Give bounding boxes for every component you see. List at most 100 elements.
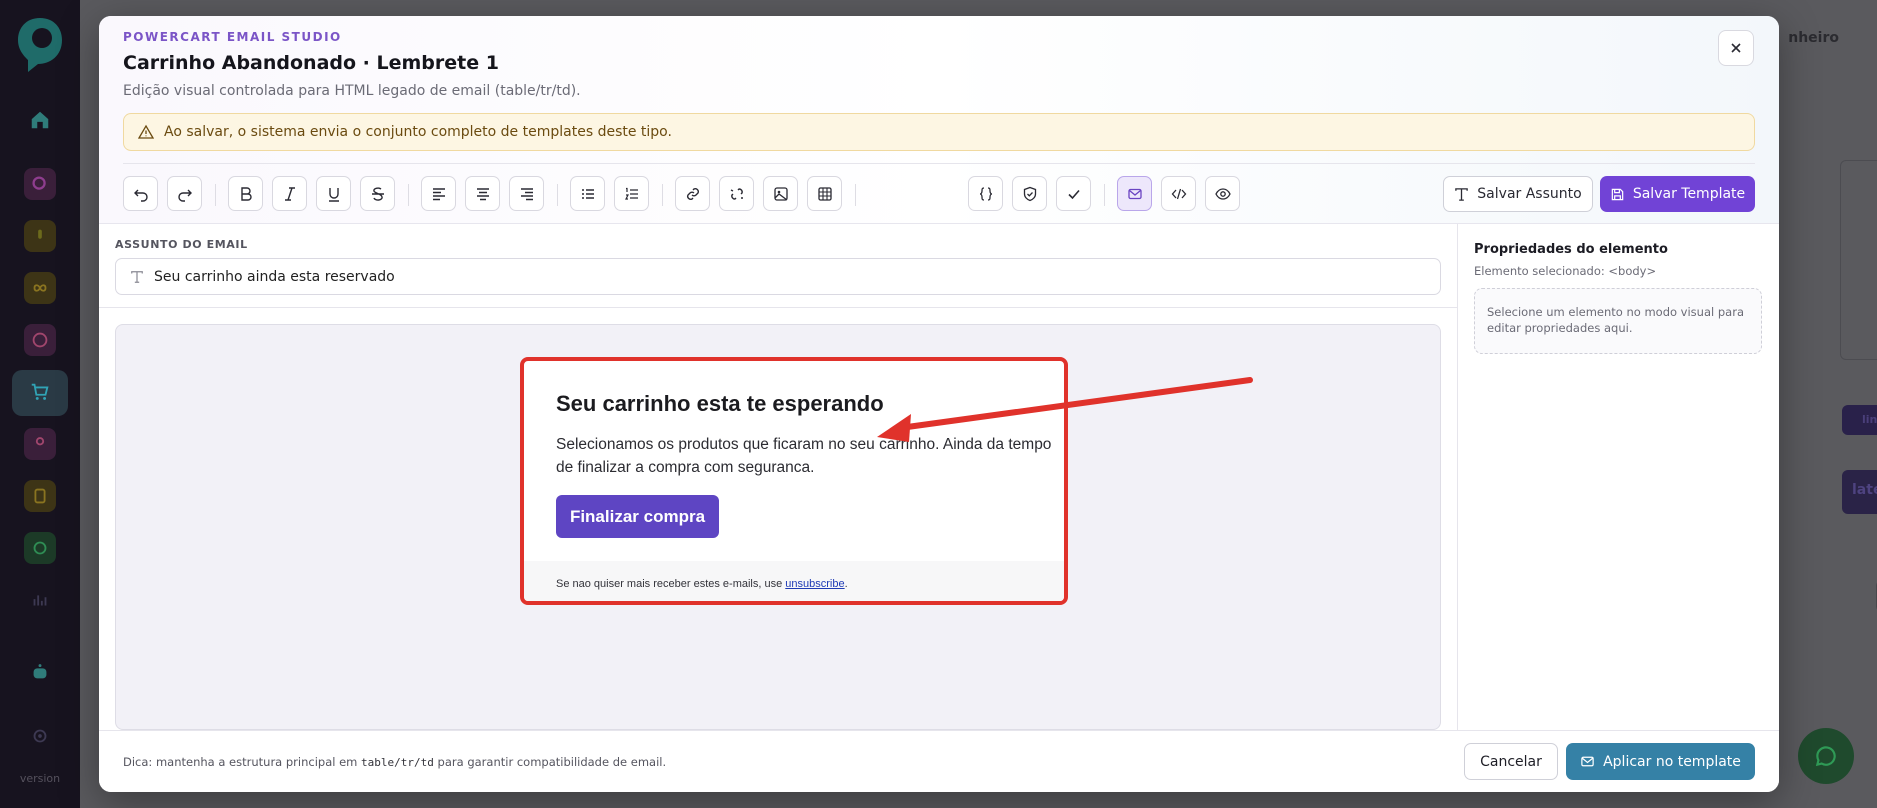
italic-button[interactable] <box>272 176 307 211</box>
save-warning: Ao salvar, o sistema envia o conjunto co… <box>123 113 1755 151</box>
subject-label: ASSUNTO DO EMAIL <box>115 238 248 251</box>
background-panel <box>1840 160 1877 360</box>
bot-icon[interactable] <box>24 656 56 688</box>
save-icon <box>1611 188 1624 200</box>
modal-title: Carrinho Abandonado · Lembrete 1 <box>123 52 499 74</box>
email-cta-button[interactable]: Finalizar compra <box>556 495 719 538</box>
toolbar-separator <box>557 184 558 206</box>
email-body-text[interactable]: Selecionamos os produtos que ficaram no … <box>556 433 1056 479</box>
align-center-button[interactable] <box>465 176 500 211</box>
numbered-list-button[interactable] <box>614 176 649 211</box>
email-footer-end: . <box>844 578 848 590</box>
modal-footer: Dica: mantenha a estrutura principal em … <box>99 730 1779 792</box>
device-icon[interactable] <box>24 480 56 512</box>
mail-icon <box>1581 756 1594 767</box>
align-center-icon <box>476 187 489 200</box>
text-type-icon <box>1455 187 1469 201</box>
table-button[interactable] <box>807 176 842 211</box>
toolbar-separator <box>855 184 856 206</box>
bullet-list-button[interactable] <box>570 176 605 211</box>
footer-hint-before: Dica: mantenha a estrutura principal em <box>123 755 362 769</box>
toolbar-separator <box>1104 184 1105 206</box>
analytics-icon[interactable] <box>24 584 56 616</box>
toolbar-separator <box>215 184 216 206</box>
link-button[interactable] <box>675 176 710 211</box>
footer-hint-after: para garantir compatibilidade de email. <box>433 755 667 769</box>
apply-template-button[interactable]: Aplicar no template <box>1566 743 1755 780</box>
underline-button[interactable] <box>316 176 351 211</box>
settings-icon[interactable] <box>24 720 56 752</box>
modal-subtitle: Edição visual controlada para HTML legad… <box>123 83 581 99</box>
unlink-icon <box>730 187 743 200</box>
braces-icon <box>979 186 992 201</box>
italic-icon <box>284 186 295 201</box>
support-icon[interactable] <box>24 532 56 564</box>
properties-panel: Propriedades do elemento Elemento seleci… <box>1457 224 1779 746</box>
email-footer-text: Se nao quiser mais receber estes e-mails… <box>556 578 786 590</box>
save-subject-label: Salvar Assunto <box>1477 186 1582 202</box>
home-icon[interactable] <box>24 104 56 136</box>
subject-input[interactable]: Seu carrinho ainda esta reservado <box>115 258 1441 295</box>
shield-button[interactable] <box>1012 176 1047 211</box>
close-button[interactable] <box>1718 30 1754 66</box>
save-template-button[interactable]: Salvar Template <box>1600 176 1755 212</box>
cancel-button[interactable]: Cancelar <box>1464 743 1558 780</box>
alert-icon[interactable] <box>24 220 56 252</box>
email-footer[interactable]: Se nao quiser mais receber estes e-mails… <box>524 561 1064 601</box>
check-icon <box>1067 189 1080 199</box>
image-button[interactable] <box>763 176 798 211</box>
bold-icon <box>240 186 252 201</box>
toolbar-separator <box>662 184 663 206</box>
toolbar-separator <box>408 184 409 206</box>
text-type-icon <box>131 270 143 283</box>
align-left-button[interactable] <box>421 176 456 211</box>
app-logo-icon <box>18 18 62 72</box>
strikethrough-icon <box>371 186 384 201</box>
align-right-icon <box>520 187 533 200</box>
background-badge: line <box>1842 405 1877 435</box>
undo-button[interactable] <box>123 176 158 211</box>
link-icon <box>686 187 699 200</box>
align-left-icon <box>432 187 445 200</box>
numbered-list-icon <box>624 187 638 200</box>
email-canvas[interactable]: Seu carrinho esta te esperando Seleciona… <box>115 324 1441 730</box>
strikethrough-button[interactable] <box>360 176 395 211</box>
search-icon[interactable] <box>24 168 56 200</box>
modal-eyebrow: POWERCART EMAIL STUDIO <box>123 30 342 44</box>
bullet-list-icon <box>581 188 594 199</box>
warning-text: Ao salvar, o sistema envia o conjunto co… <box>164 124 672 140</box>
properties-empty-state: Selecione um elemento no modo visual par… <box>1474 288 1762 354</box>
user-icon[interactable] <box>24 428 56 460</box>
save-subject-button[interactable]: Salvar Assunto <box>1443 176 1593 212</box>
variables-button[interactable] <box>968 176 1003 211</box>
selected-element-label: Elemento selecionado: <body> <box>1474 264 1657 278</box>
mail-icon <box>1127 188 1142 199</box>
background-button: late <box>1842 470 1877 514</box>
unsubscribe-link[interactable]: unsubscribe <box>785 578 844 590</box>
email-mode-button[interactable] <box>1117 176 1152 211</box>
preview-button[interactable] <box>1205 176 1240 211</box>
underline-icon <box>328 187 339 202</box>
bold-button[interactable] <box>228 176 263 211</box>
chat-button[interactable] <box>1798 728 1854 784</box>
footer-hint: Dica: mantenha a estrutura principal em … <box>123 755 666 769</box>
properties-title: Propriedades do elemento <box>1474 242 1668 257</box>
star-icon[interactable] <box>24 324 56 356</box>
email-headline[interactable]: Seu carrinho esta te esperando <box>556 391 884 417</box>
validate-button[interactable] <box>1056 176 1091 211</box>
code-view-button[interactable] <box>1161 176 1196 211</box>
redo-button[interactable] <box>167 176 202 211</box>
subject-value: Seu carrinho ainda esta reservado <box>154 268 395 285</box>
app-sidebar: version <box>0 0 80 808</box>
table-icon <box>817 186 832 201</box>
email-preview[interactable]: Seu carrinho esta te esperando Seleciona… <box>520 357 1068 605</box>
align-right-button[interactable] <box>509 176 544 211</box>
unlink-button[interactable] <box>719 176 754 211</box>
code-icon <box>1171 188 1186 199</box>
cart-icon[interactable] <box>24 376 56 408</box>
shield-check-icon <box>1023 186 1036 201</box>
infinity-icon[interactable] <box>24 272 56 304</box>
version-label: version <box>19 772 61 785</box>
subject-section: ASSUNTO DO EMAIL Seu carrinho ainda esta… <box>99 224 1457 308</box>
save-template-label: Salvar Template <box>1632 186 1746 202</box>
